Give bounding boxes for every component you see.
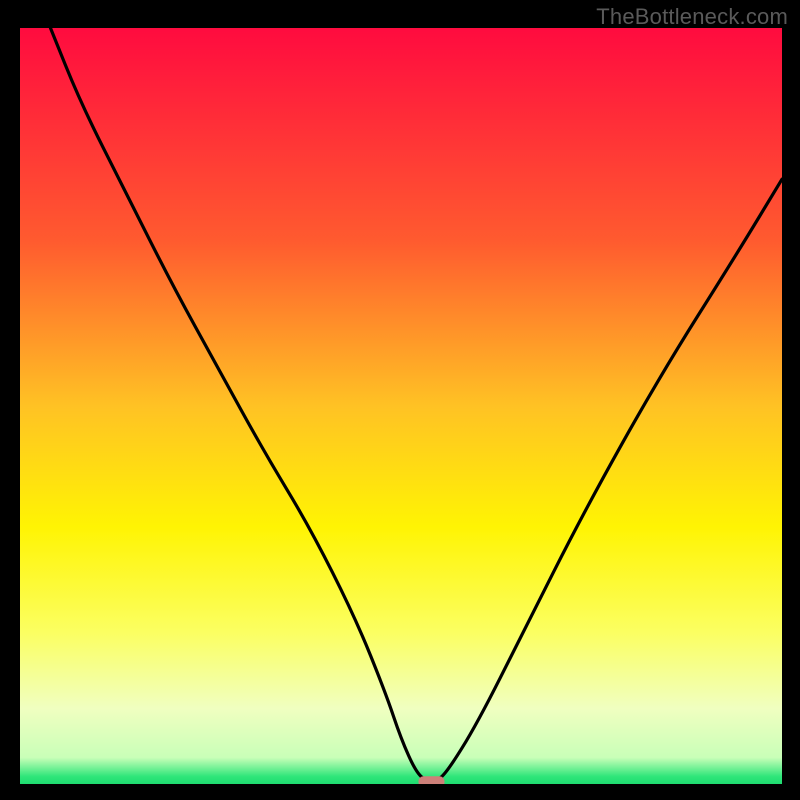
chart-frame: TheBottleneck.com [0, 0, 800, 800]
chart-svg [20, 28, 782, 784]
watermark-text: TheBottleneck.com [596, 4, 788, 30]
gradient-background [20, 28, 782, 784]
optimal-marker [418, 776, 444, 784]
plot-area [20, 28, 782, 784]
